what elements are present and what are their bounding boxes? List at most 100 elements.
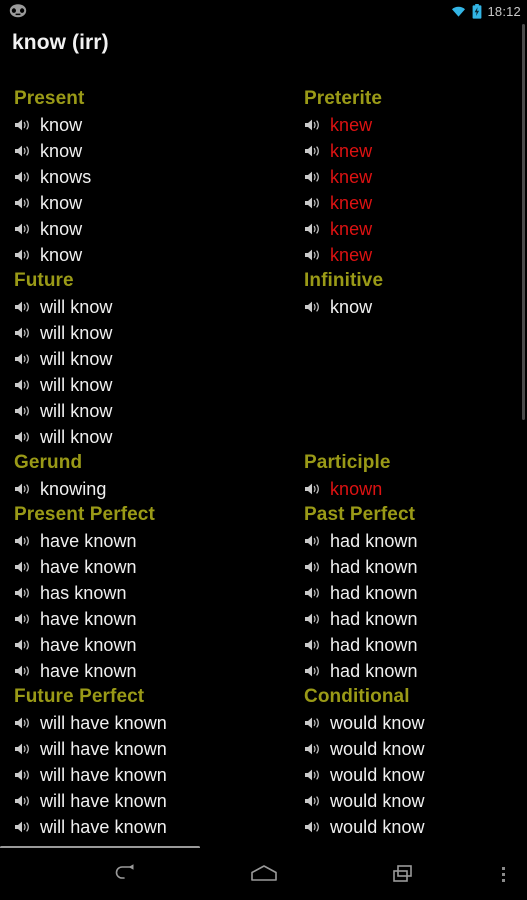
conjugation-row[interactable]: know [14, 112, 294, 138]
conjugation-row[interactable]: know [14, 138, 294, 164]
speaker-icon [15, 587, 29, 599]
conjugation-row[interactable]: know [14, 242, 294, 268]
speaker-icon [15, 717, 29, 729]
conjugation-row[interactable]: will know [14, 398, 294, 424]
conjugation-row[interactable]: will have known [14, 788, 294, 814]
verb-form: will know [40, 297, 113, 317]
layout-spacer [304, 424, 514, 450]
conjugation-row[interactable]: will know [14, 424, 294, 450]
conjugation-row[interactable]: would know [304, 736, 514, 762]
speaker-icon [15, 145, 29, 157]
verb-form: know [40, 115, 83, 135]
verb-form: know [40, 219, 83, 239]
verb-form: knew [330, 193, 373, 213]
conjugation-row[interactable]: know [14, 190, 294, 216]
verb-form: will know [40, 323, 113, 343]
speaker-icon [305, 665, 319, 677]
page-title: know (irr) [12, 31, 109, 54]
conjugation-row[interactable]: knew [304, 216, 514, 242]
speaker-icon [15, 379, 29, 391]
conjugation-row[interactable]: knew [304, 242, 514, 268]
conjugation-row[interactable]: knowing [14, 476, 294, 502]
conjugation-row[interactable]: will have known [14, 710, 294, 736]
conjugation-row[interactable]: will know [14, 294, 294, 320]
conjugation-group: Future Perfect will have known will have k… [14, 684, 294, 840]
conjugation-row[interactable]: have known [14, 632, 294, 658]
group-header: Present [14, 88, 85, 109]
group-header: Past Perfect [304, 504, 416, 525]
speaker-icon [15, 743, 29, 755]
verb-form: would know [330, 739, 425, 759]
recent-apps-icon [392, 865, 412, 882]
speaker-icon [305, 717, 319, 729]
conjugation-row[interactable]: will know [14, 320, 294, 346]
conjugation-row[interactable]: will have known [14, 736, 294, 762]
speaker-icon [15, 223, 29, 235]
verb-form: would know [330, 765, 425, 785]
app-root: 18:12 know (irr) Present know know knows kno… [0, 0, 527, 900]
verb-form: will know [40, 375, 113, 395]
speaker-icon [15, 795, 29, 807]
conjugation-row[interactable]: know [304, 294, 514, 320]
wifi-icon [452, 6, 466, 17]
speaker-icon [15, 769, 29, 781]
overflow-menu-icon [501, 878, 505, 882]
verb-form: had known [330, 609, 418, 629]
conjugation-row[interactable]: knew [304, 138, 514, 164]
conjugation-row[interactable]: has known [14, 580, 294, 606]
conjugation-row[interactable]: would know [304, 762, 514, 788]
speaker-icon [15, 613, 29, 625]
speaker-icon [305, 249, 319, 261]
home-button[interactable] [242, 854, 286, 894]
verb-form: knows [40, 167, 92, 187]
conjugation-row[interactable]: knew [304, 164, 514, 190]
conjugation-group: Gerund knowing [14, 450, 294, 502]
conjugation-row[interactable]: have known [14, 606, 294, 632]
conjugation-row[interactable]: would know [304, 814, 514, 840]
verb-form: would know [330, 817, 425, 837]
speaker-icon [305, 223, 319, 235]
conjugation-row[interactable]: had known [304, 580, 514, 606]
status-bar: 18:12 [0, 0, 527, 22]
conjugation-row[interactable]: had known [304, 606, 514, 632]
speaker-icon [15, 327, 29, 339]
vertical-scrollbar[interactable] [522, 24, 525, 420]
conjugation-content[interactable]: Present know know knows know know know Future wi… [0, 86, 527, 848]
conjugation-row[interactable]: knows [14, 164, 294, 190]
conjugation-row[interactable]: will know [14, 346, 294, 372]
conjugation-row[interactable]: would know [304, 788, 514, 814]
conjugation-row[interactable]: had known [304, 554, 514, 580]
conjugation-column-right: Preterite knew knew knew knew knew knew Infinit… [304, 86, 514, 840]
speaker-icon [15, 197, 29, 209]
conjugation-row[interactable]: have known [14, 554, 294, 580]
conjugation-row[interactable]: have known [14, 658, 294, 684]
conjugation-row[interactable]: knew [304, 190, 514, 216]
title-bar: know (irr) [0, 22, 527, 64]
speaker-icon [15, 171, 29, 183]
verb-form: will have known [40, 765, 167, 785]
conjugation-row[interactable]: will know [14, 372, 294, 398]
conjugation-group: Future will know will know will know will kn… [14, 268, 294, 450]
conjugation-row[interactable]: would know [304, 710, 514, 736]
conjugation-row[interactable]: will have known [14, 762, 294, 788]
conjugation-row[interactable]: had known [304, 528, 514, 554]
back-button[interactable] [103, 854, 147, 894]
conjugation-row[interactable]: had known [304, 658, 514, 684]
recent-apps-button[interactable] [381, 854, 425, 894]
conjugation-row[interactable]: have known [14, 528, 294, 554]
speaker-icon [305, 301, 319, 313]
verb-form: has known [40, 583, 127, 603]
speaker-icon [305, 145, 319, 157]
verb-form: know [40, 141, 83, 161]
speaker-icon [305, 171, 319, 183]
overflow-menu-button[interactable] [487, 854, 519, 894]
conjugation-row[interactable]: know [14, 216, 294, 242]
conjugation-row[interactable]: knew [304, 112, 514, 138]
conjugation-row[interactable]: will have known [14, 814, 294, 840]
conjugation-row[interactable]: known [304, 476, 514, 502]
speaker-icon [15, 119, 29, 131]
verb-form: knew [330, 245, 373, 265]
verb-form: knowing [40, 479, 107, 499]
verb-form: had known [330, 635, 418, 655]
conjugation-row[interactable]: had known [304, 632, 514, 658]
